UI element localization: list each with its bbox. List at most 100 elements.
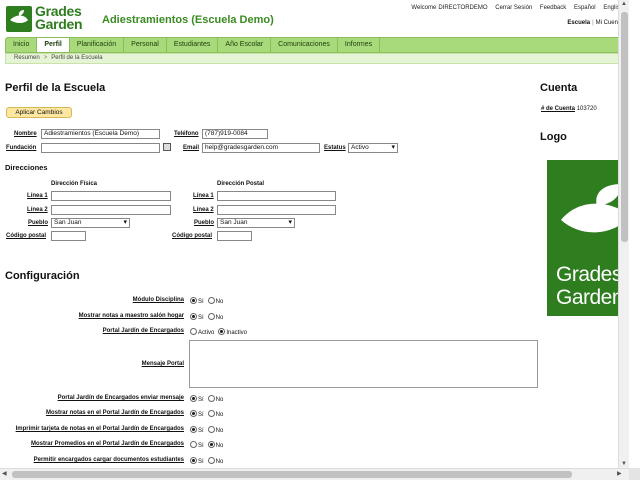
scroll-left-icon[interactable]: ◀ bbox=[2, 470, 7, 477]
school-link[interactable]: Escuela bbox=[567, 20, 590, 26]
postal-zip-field[interactable] bbox=[217, 231, 252, 241]
tab-informes[interactable]: Informes bbox=[338, 38, 381, 52]
horizontal-scroll-thumb[interactable] bbox=[12, 471, 572, 478]
physical-town-select[interactable]: San Juan bbox=[51, 218, 130, 228]
logout-link[interactable]: Cerrar Sesión bbox=[495, 5, 532, 11]
top-links: Welcome DIRECTORDEMO Cerrar Sesión Feedba… bbox=[405, 5, 623, 11]
tab-planificacion[interactable]: Planificación bbox=[70, 38, 125, 52]
parent-portal-radios: Activo Inactivo bbox=[190, 328, 247, 336]
send-message-yes-radio[interactable] bbox=[190, 395, 197, 402]
portal-message-textarea[interactable] bbox=[189, 340, 538, 388]
username: DIRECTORDEMO bbox=[438, 5, 488, 11]
scrollbar-corner bbox=[629, 468, 640, 480]
founded-label: Fundación bbox=[6, 145, 37, 151]
scroll-right-icon[interactable]: ▶ bbox=[617, 470, 622, 477]
postal-town-label: Pueblo bbox=[194, 220, 215, 226]
physical-line1-label: Línea 1 bbox=[27, 193, 48, 199]
account-number-value: 103720 bbox=[576, 106, 597, 112]
portal-show-averages-label: Mostrar Promedios en el Portal Jardín de… bbox=[30, 441, 184, 447]
calendar-icon[interactable] bbox=[163, 143, 171, 151]
status-select[interactable]: Activo bbox=[348, 143, 398, 153]
homeroom-yes-radio[interactable] bbox=[190, 313, 197, 320]
physical-address-heading: Dirección Física bbox=[51, 181, 98, 187]
homeroom-grades-label: Mostrar notas a maestro salón hogar bbox=[78, 313, 184, 319]
homeroom-grades-radios: Sí No bbox=[190, 313, 223, 321]
feedback-link[interactable]: Feedback bbox=[540, 5, 566, 11]
upload-docs-no-radio[interactable] bbox=[207, 457, 215, 464]
leaf-icon bbox=[6, 6, 32, 32]
print-card-no-radio[interactable] bbox=[207, 426, 215, 433]
phone-label: Teléfono bbox=[174, 131, 199, 137]
config-heading: Configuración bbox=[5, 270, 80, 282]
tab-perfil[interactable]: Perfil bbox=[37, 38, 70, 52]
tab-inicio[interactable]: Inicio bbox=[6, 38, 38, 52]
welcome-text: Welcome bbox=[411, 5, 437, 11]
page-title: Perfil de la Escuela bbox=[5, 82, 106, 94]
parent-upload-docs-label: Permitir encargados cargar documentos es… bbox=[33, 457, 184, 463]
postal-line2-field[interactable] bbox=[217, 205, 336, 215]
main-nav: Inicio Perfil Planificación Personal Est… bbox=[5, 37, 626, 53]
postal-line1-label: Línea 1 bbox=[193, 193, 214, 199]
show-averages-no-radio[interactable] bbox=[207, 441, 215, 448]
discipline-yes-radio[interactable] bbox=[190, 297, 197, 304]
send-message-no-radio[interactable] bbox=[207, 395, 215, 402]
discipline-module-label: Módulo Disciplina bbox=[132, 297, 184, 303]
vertical-scrollbar[interactable]: ▲ ▼ bbox=[618, 0, 629, 468]
school-logo-image: Grades Garden bbox=[547, 160, 629, 316]
physical-line1-field[interactable] bbox=[51, 191, 171, 201]
parent-portal-label: Portal Jardín de Encargados bbox=[102, 328, 184, 334]
status-label: Estatus bbox=[324, 145, 346, 151]
upload-docs-yes-radio[interactable] bbox=[190, 457, 197, 464]
physical-line2-field[interactable] bbox=[51, 205, 171, 215]
addresses-heading: Direcciones bbox=[5, 163, 48, 172]
scroll-down-icon[interactable]: ▼ bbox=[621, 461, 627, 467]
postal-zip-label: Código postal bbox=[172, 233, 212, 239]
portal-message-label: Mensaje Portal bbox=[141, 361, 184, 367]
horizontal-scrollbar[interactable]: ◀ ▶ bbox=[0, 468, 629, 480]
vertical-scroll-thumb[interactable] bbox=[621, 12, 628, 242]
scroll-up-icon[interactable]: ▲ bbox=[621, 1, 627, 7]
portal-send-message-label: Portal Jardín de Encargados enviar mensa… bbox=[57, 395, 184, 401]
homeroom-no-radio[interactable] bbox=[207, 313, 215, 320]
phone-field[interactable]: (787)919-0084 bbox=[202, 129, 268, 139]
discipline-module-radios: Sí No bbox=[190, 297, 223, 305]
name-label: Nombre bbox=[14, 131, 37, 137]
tab-personal[interactable]: Personal bbox=[124, 38, 167, 52]
portal-show-averages-radios: Sí No bbox=[190, 441, 223, 449]
physical-zip-label: Código postal bbox=[6, 233, 46, 239]
discipline-no-radio[interactable] bbox=[207, 297, 215, 304]
logo-word1: Grades bbox=[556, 263, 622, 286]
brand-line2: Garden bbox=[35, 16, 83, 32]
logo-word2: Garden bbox=[556, 286, 624, 309]
breadcrumb-resumen[interactable]: Resumen bbox=[14, 55, 40, 61]
postal-line2-label: Línea 2 bbox=[193, 207, 214, 213]
email-label: Email bbox=[183, 145, 200, 151]
print-card-yes-radio[interactable] bbox=[190, 426, 197, 433]
postal-town-select[interactable]: San Juan bbox=[217, 218, 295, 228]
postal-line1-field[interactable] bbox=[217, 191, 336, 201]
school-title: Adiestramientos (Escuela Demo) bbox=[102, 14, 274, 26]
account-heading: Cuenta bbox=[540, 82, 578, 94]
show-grades-no-radio[interactable] bbox=[207, 410, 215, 417]
tab-ano-escolar[interactable]: Año Escolar bbox=[218, 38, 272, 52]
lang-es-link[interactable]: Español bbox=[574, 5, 596, 11]
portal-show-grades-label: Mostrar notas en el Portal Jardín de Enc… bbox=[45, 410, 184, 416]
portal-active-radio[interactable] bbox=[190, 328, 197, 335]
account-number-label: # de Cuenta bbox=[541, 106, 576, 112]
portal-send-message-radios: Sí No bbox=[190, 395, 223, 403]
founded-field[interactable] bbox=[41, 143, 160, 153]
physical-zip-field[interactable] bbox=[51, 231, 86, 241]
gradesgarden-logo[interactable]: Grades Garden bbox=[6, 4, 94, 34]
physical-town-label: Pueblo bbox=[28, 220, 49, 226]
name-field[interactable]: Adiestramientos (Escuela Demo) bbox=[41, 129, 160, 139]
breadcrumb: Resumen > Perfil de la Escuela bbox=[5, 53, 626, 64]
tab-comunicaciones[interactable]: Comunicaciones bbox=[271, 38, 338, 52]
show-averages-yes-radio[interactable] bbox=[190, 441, 197, 448]
tab-estudiantes[interactable]: Estudiantes bbox=[167, 38, 219, 52]
portal-inactive-radio[interactable] bbox=[218, 328, 226, 335]
email-field[interactable]: help@gradesgarden.com bbox=[202, 143, 320, 153]
apply-changes-button[interactable]: Aplicar Cambios bbox=[6, 107, 72, 118]
show-grades-yes-radio[interactable] bbox=[190, 410, 197, 417]
account-links: Escuela | Mi Cuenta bbox=[567, 20, 623, 26]
portal-show-grades-radios: Sí No bbox=[190, 410, 223, 418]
